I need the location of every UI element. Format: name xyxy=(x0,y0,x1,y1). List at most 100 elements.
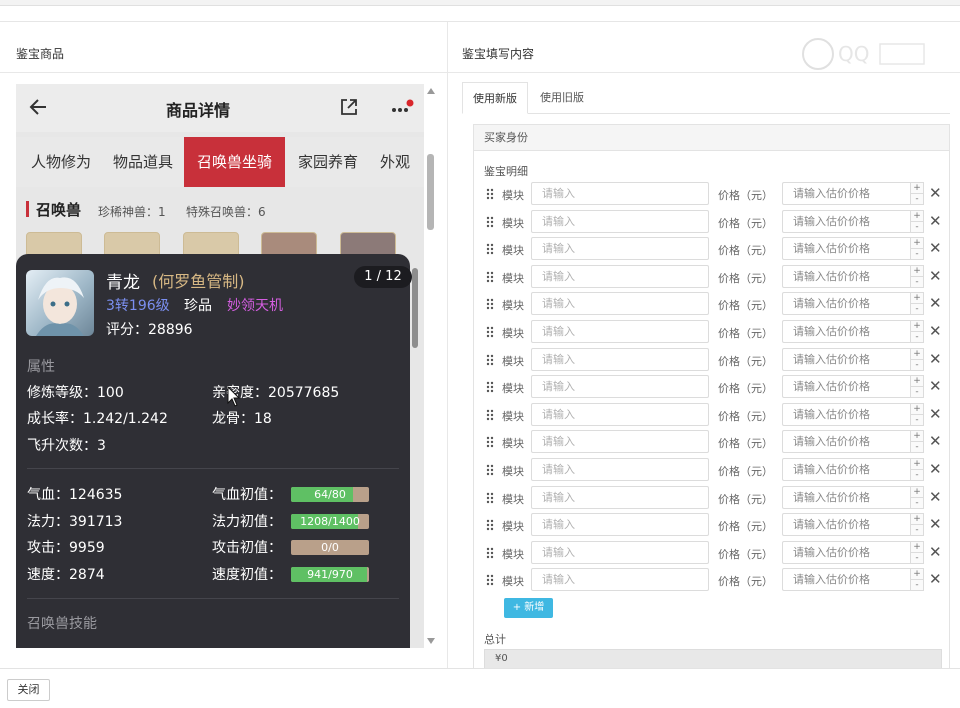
price-input[interactable]: 请输入估价价格 xyxy=(782,237,910,260)
stepper-plus[interactable]: + xyxy=(911,266,923,277)
price-input[interactable]: 请输入估价价格 xyxy=(782,375,910,398)
module-input[interactable]: 请输入 xyxy=(531,320,709,343)
stepper-plus[interactable]: + xyxy=(911,404,923,415)
close-icon[interactable]: ✕ xyxy=(929,321,942,341)
stepper-plus[interactable]: + xyxy=(911,183,923,194)
price-stepper[interactable]: + - xyxy=(910,348,924,371)
drag-grip-icon[interactable] xyxy=(486,574,494,586)
stepper-plus[interactable]: + xyxy=(911,293,923,304)
stepper-plus[interactable]: + xyxy=(911,459,923,470)
tab-character[interactable]: 人物修为 xyxy=(22,137,100,187)
stepper-minus[interactable]: - xyxy=(911,332,923,343)
close-icon[interactable]: ✕ xyxy=(929,569,942,589)
tab-home[interactable]: 家园养育 xyxy=(290,137,366,187)
stepper-minus[interactable]: - xyxy=(911,553,923,564)
price-stepper[interactable]: + - xyxy=(910,486,924,509)
price-stepper[interactable]: + - xyxy=(910,430,924,453)
drag-grip-icon[interactable] xyxy=(486,298,494,310)
more-icon[interactable] xyxy=(388,98,414,118)
price-input[interactable]: 请输入估价价格 xyxy=(782,430,910,453)
stepper-plus[interactable]: + xyxy=(911,487,923,498)
right-scrollbar[interactable] xyxy=(953,124,960,668)
module-input[interactable]: 请输入 xyxy=(531,182,709,205)
close-icon[interactable]: ✕ xyxy=(929,211,942,231)
drag-grip-icon[interactable] xyxy=(486,188,494,200)
tab-items[interactable]: 物品道具 xyxy=(104,137,182,187)
close-icon[interactable]: ✕ xyxy=(929,293,942,313)
close-icon[interactable]: ✕ xyxy=(929,183,942,203)
price-stepper[interactable]: + - xyxy=(910,541,924,564)
module-input[interactable]: 请输入 xyxy=(531,541,709,564)
module-input[interactable]: 请输入 xyxy=(531,348,709,371)
close-icon[interactable]: ✕ xyxy=(929,266,942,286)
stepper-minus[interactable]: - xyxy=(911,442,923,453)
price-stepper[interactable]: + - xyxy=(910,292,924,315)
stepper-plus[interactable]: + xyxy=(911,431,923,442)
stepper-plus[interactable]: + xyxy=(911,211,923,222)
drag-grip-icon[interactable] xyxy=(486,464,494,476)
module-input[interactable]: 请输入 xyxy=(531,430,709,453)
drag-grip-icon[interactable] xyxy=(486,409,494,421)
close-icon[interactable]: ✕ xyxy=(929,514,942,534)
add-row-button[interactable]: + 新增 xyxy=(504,598,553,618)
close-icon[interactable]: ✕ xyxy=(929,459,942,479)
stepper-minus[interactable]: - xyxy=(911,498,923,509)
stepper-minus[interactable]: - xyxy=(911,249,923,260)
stepper-plus[interactable]: + xyxy=(911,542,923,553)
price-input[interactable]: 请输入估价价格 xyxy=(782,513,910,536)
price-input[interactable]: 请输入估价价格 xyxy=(782,292,910,315)
stepper-minus[interactable]: - xyxy=(911,304,923,315)
stepper-minus[interactable]: - xyxy=(911,194,923,205)
price-stepper[interactable]: + - xyxy=(910,458,924,481)
price-input[interactable]: 请输入估价价格 xyxy=(782,348,910,371)
stepper-plus[interactable]: + xyxy=(911,569,923,580)
price-input[interactable]: 请输入估价价格 xyxy=(782,320,910,343)
price-input[interactable]: 请输入估价价格 xyxy=(782,265,910,288)
scroll-down-arrow[interactable] xyxy=(427,638,435,644)
price-input[interactable]: 请输入估价价格 xyxy=(782,541,910,564)
drag-grip-icon[interactable] xyxy=(486,547,494,559)
tab-old-version[interactable]: 使用旧版 xyxy=(530,82,594,114)
stepper-minus[interactable]: - xyxy=(911,470,923,481)
share-icon[interactable] xyxy=(338,96,360,118)
stepper-plus[interactable]: + xyxy=(911,514,923,525)
module-input[interactable]: 请输入 xyxy=(531,458,709,481)
price-stepper[interactable]: + - xyxy=(910,403,924,426)
drag-grip-icon[interactable] xyxy=(486,492,494,504)
stepper-minus[interactable]: - xyxy=(911,415,923,426)
stepper-plus[interactable]: + xyxy=(911,349,923,360)
close-icon[interactable]: ✕ xyxy=(929,487,942,507)
tab-new-version[interactable]: 使用新版 xyxy=(462,82,528,114)
module-input[interactable]: 请输入 xyxy=(531,568,709,591)
close-icon[interactable]: ✕ xyxy=(929,431,942,451)
stepper-plus[interactable]: + xyxy=(911,376,923,387)
price-stepper[interactable]: + - xyxy=(910,375,924,398)
stepper-plus[interactable]: + xyxy=(911,238,923,249)
price-input[interactable]: 请输入估价价格 xyxy=(782,182,910,205)
stepper-plus[interactable]: + xyxy=(911,321,923,332)
module-input[interactable]: 请输入 xyxy=(531,513,709,536)
drag-grip-icon[interactable] xyxy=(486,216,494,228)
close-button[interactable]: 关闭 xyxy=(7,679,50,701)
drag-grip-icon[interactable] xyxy=(486,271,494,283)
drag-grip-icon[interactable] xyxy=(486,381,494,393)
module-input[interactable]: 请输入 xyxy=(531,237,709,260)
drag-grip-icon[interactable] xyxy=(486,243,494,255)
close-icon[interactable]: ✕ xyxy=(929,376,942,396)
price-stepper[interactable]: + - xyxy=(910,210,924,233)
left-scrollbar[interactable] xyxy=(426,84,436,648)
stepper-minus[interactable]: - xyxy=(911,387,923,398)
close-icon[interactable]: ✕ xyxy=(929,404,942,424)
price-input[interactable]: 请输入估价价格 xyxy=(782,458,910,481)
stepper-minus[interactable]: - xyxy=(911,525,923,536)
buyer-identity-header[interactable]: 买家身份 xyxy=(474,125,949,151)
price-input[interactable]: 请输入估价价格 xyxy=(782,210,910,233)
stepper-minus[interactable]: - xyxy=(911,580,923,591)
tab-summons[interactable]: 召唤兽坐骑 xyxy=(184,137,285,187)
price-stepper[interactable]: + - xyxy=(910,182,924,205)
price-stepper[interactable]: + - xyxy=(910,265,924,288)
price-input[interactable]: 请输入估价价格 xyxy=(782,403,910,426)
price-stepper[interactable]: + - xyxy=(910,568,924,591)
close-icon[interactable]: ✕ xyxy=(929,542,942,562)
scroll-thumb[interactable] xyxy=(412,268,418,348)
